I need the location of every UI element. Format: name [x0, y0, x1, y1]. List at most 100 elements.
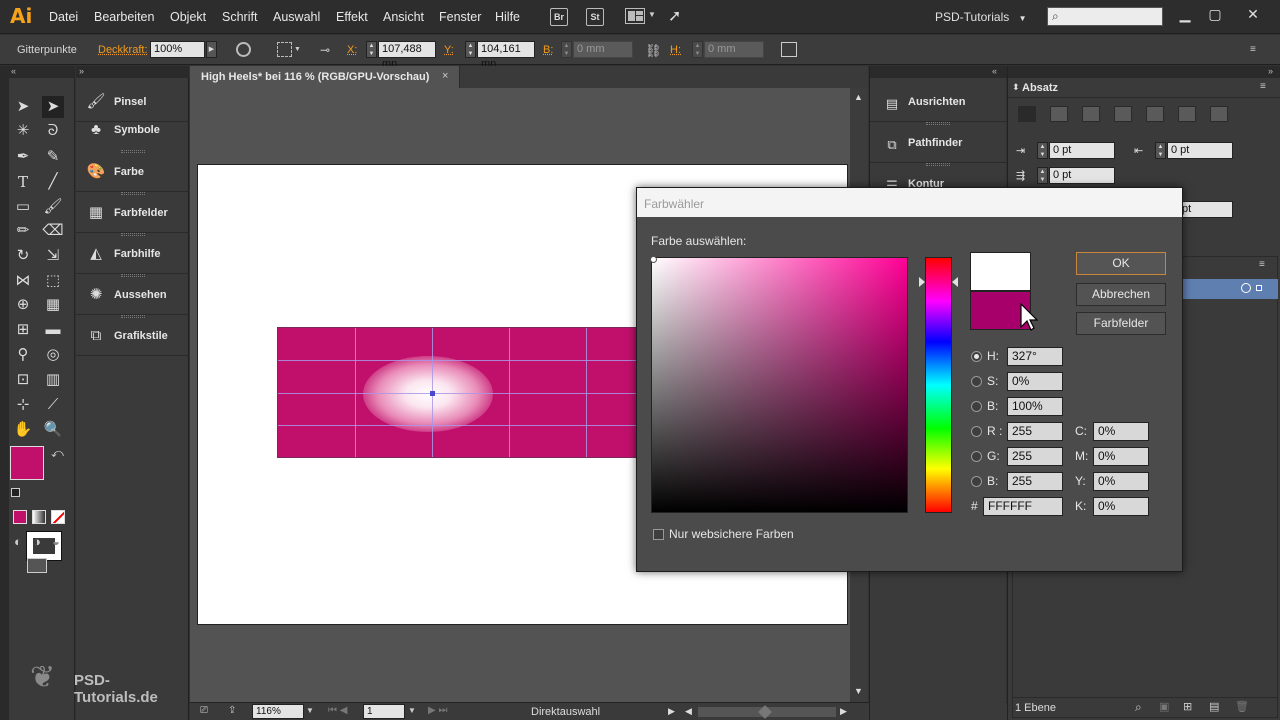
- gradient-mode-icon[interactable]: [32, 510, 46, 524]
- panel-menu-icon[interactable]: ≡: [1260, 81, 1266, 92]
- justify-center-button[interactable]: [1146, 106, 1164, 122]
- opacity-input[interactable]: 100%: [150, 41, 205, 58]
- stock-icon[interactable]: St: [586, 8, 604, 26]
- panel-farbhilfe[interactable]: ◭ Farbhilfe: [76, 234, 189, 274]
- justify-left-button[interactable]: [1114, 106, 1132, 122]
- mesh-tool-icon[interactable]: ⊞: [12, 319, 34, 341]
- gradient-tool-icon[interactable]: ▬: [42, 319, 64, 341]
- y-label[interactable]: Y:: [444, 44, 454, 56]
- brightness-radio[interactable]: [971, 401, 982, 412]
- status-menu-icon[interactable]: ▶: [668, 706, 675, 717]
- blend-tool-icon[interactable]: ◎: [42, 344, 64, 366]
- black-input[interactable]: 0%: [1093, 497, 1149, 516]
- height-label[interactable]: H:: [670, 44, 681, 56]
- zoom-input[interactable]: 116%: [252, 704, 304, 719]
- transform-icon[interactable]: [781, 42, 797, 57]
- magic-wand-tool-icon[interactable]: ✳: [12, 120, 34, 142]
- rotate-tool-icon[interactable]: ↻: [12, 245, 34, 267]
- free-transform-tool-icon[interactable]: ⬚: [42, 270, 64, 292]
- new-layer-icon[interactable]: ▤: [1209, 700, 1219, 713]
- menu-ansicht[interactable]: Ansicht: [383, 10, 424, 24]
- swatches-button[interactable]: Farbfelder: [1076, 312, 1166, 335]
- tab-toggle-icon[interactable]: ⬍: [1012, 82, 1020, 93]
- menu-effekt[interactable]: Effekt: [336, 10, 368, 24]
- saturation-brightness-field[interactable]: [650, 256, 908, 513]
- yellow-input[interactable]: 0%: [1093, 472, 1149, 491]
- width-label[interactable]: B:: [543, 44, 553, 56]
- search-input[interactable]: ⌕: [1047, 7, 1163, 26]
- panel-ausrichten[interactable]: ▤ Ausrichten: [870, 82, 1007, 122]
- align-left-button[interactable]: [1018, 106, 1036, 122]
- first-line-indent-input[interactable]: 0 pt: [1049, 167, 1115, 184]
- saturation-input[interactable]: 0%: [1007, 372, 1063, 391]
- panel-menu-icon[interactable]: ≡: [1259, 259, 1265, 270]
- symbol-sprayer-tool-icon[interactable]: ⊡: [12, 369, 34, 391]
- curvature-tool-icon[interactable]: ✎: [42, 146, 64, 168]
- chevron-down-icon[interactable]: ▼: [294, 46, 301, 53]
- justify-all-button[interactable]: [1210, 106, 1228, 122]
- scroll-down-icon[interactable]: ▼: [854, 686, 863, 696]
- close-window-button[interactable]: ✕: [1238, 4, 1268, 24]
- y-stepper[interactable]: ▲ ▼: [465, 41, 476, 58]
- artboard-number-input[interactable]: 1: [363, 704, 405, 719]
- color-mode-icon[interactable]: [13, 510, 27, 524]
- slice-tool-icon[interactable]: ⟋: [42, 394, 64, 416]
- draw-inside-icon[interactable]: ◒: [52, 534, 60, 549]
- panel-menu-icon[interactable]: ≡: [1250, 44, 1256, 55]
- justify-right-button[interactable]: [1178, 106, 1196, 122]
- brightness-input[interactable]: 100%: [1007, 397, 1063, 416]
- panel-farbfelder[interactable]: ▦ Farbfelder: [76, 193, 189, 233]
- hue-slider[interactable]: [925, 257, 952, 513]
- height-input[interactable]: 0 mm: [704, 41, 764, 58]
- align-right-button[interactable]: [1082, 106, 1100, 122]
- workspace-switcher[interactable]: PSD-Tutorials ▼: [935, 10, 1027, 24]
- last-artboard-icon[interactable]: ▶ ⏭: [428, 705, 447, 716]
- transform-reference-icon[interactable]: [277, 42, 292, 57]
- lasso-tool-icon[interactable]: ᘐ: [42, 120, 64, 142]
- hue-slider-right-arrow[interactable]: [952, 277, 958, 287]
- left-indent-stepper[interactable]: ▲ ▼: [1037, 142, 1048, 159]
- saturation-radio[interactable]: [971, 376, 982, 387]
- screen-mode-icon[interactable]: [27, 558, 47, 573]
- height-stepper[interactable]: ▲ ▼: [692, 41, 703, 58]
- artboard-nav-icon[interactable]: ⎚: [200, 705, 208, 716]
- scroll-right-icon[interactable]: ▶: [840, 706, 847, 717]
- chevron-down-icon[interactable]: ▼: [648, 10, 656, 19]
- bridge-icon[interactable]: Br: [550, 8, 568, 26]
- document-tab[interactable]: High Heels* bei 116 % (RGB/GPU-Vorschau)…: [190, 66, 460, 88]
- cyan-input[interactable]: 0%: [1093, 422, 1149, 441]
- width-tool-icon[interactable]: ⋈: [12, 270, 34, 292]
- blue-radio[interactable]: [971, 476, 982, 487]
- gpu-performance-icon[interactable]: ➚: [668, 6, 681, 26]
- pencil-tool-icon[interactable]: ✏: [12, 220, 34, 242]
- web-safe-checkbox[interactable]: [653, 529, 664, 540]
- panel-symbole[interactable]: ♣ Symbole: [76, 110, 189, 150]
- scale-tool-icon[interactable]: ⇲: [42, 245, 64, 267]
- blue-input[interactable]: 255: [1007, 472, 1063, 491]
- collapse-icon[interactable]: «: [11, 66, 16, 76]
- paintbrush-tool-icon[interactable]: 🖌: [42, 196, 64, 218]
- locate-object-icon[interactable]: ⌕: [1135, 700, 1142, 715]
- fill-swatch[interactable]: [10, 446, 44, 480]
- eyedropper-tool-icon[interactable]: ⚲: [12, 344, 34, 366]
- artboard-tool-icon[interactable]: ⊹: [12, 394, 34, 416]
- rectangle-tool-icon[interactable]: ▭: [12, 196, 34, 218]
- width-stepper[interactable]: ▲ ▼: [561, 41, 572, 58]
- hue-slider-left-arrow[interactable]: [919, 277, 925, 287]
- y-input[interactable]: 104,161 mn: [477, 41, 535, 70]
- menu-hilfe[interactable]: Hilfe: [495, 10, 520, 24]
- none-mode-icon[interactable]: [51, 510, 65, 524]
- hue-radio[interactable]: [971, 351, 982, 362]
- mesh-point-selected[interactable]: [430, 391, 435, 396]
- collapse-icon[interactable]: »: [1268, 66, 1273, 76]
- opacity-dropdown-button[interactable]: ▶: [206, 41, 217, 58]
- cancel-button[interactable]: Abbrechen: [1076, 283, 1166, 306]
- direct-selection-tool-icon[interactable]: ➤: [42, 96, 64, 118]
- swap-colors-icon[interactable]: ⤺: [51, 446, 64, 461]
- x-label[interactable]: X:: [347, 44, 357, 56]
- menu-auswahl[interactable]: Auswahl: [273, 10, 320, 24]
- close-tab-button[interactable]: ×: [442, 70, 448, 82]
- red-radio[interactable]: [971, 426, 982, 437]
- green-input[interactable]: 255: [1007, 447, 1063, 466]
- menu-datei[interactable]: Datei: [49, 10, 78, 24]
